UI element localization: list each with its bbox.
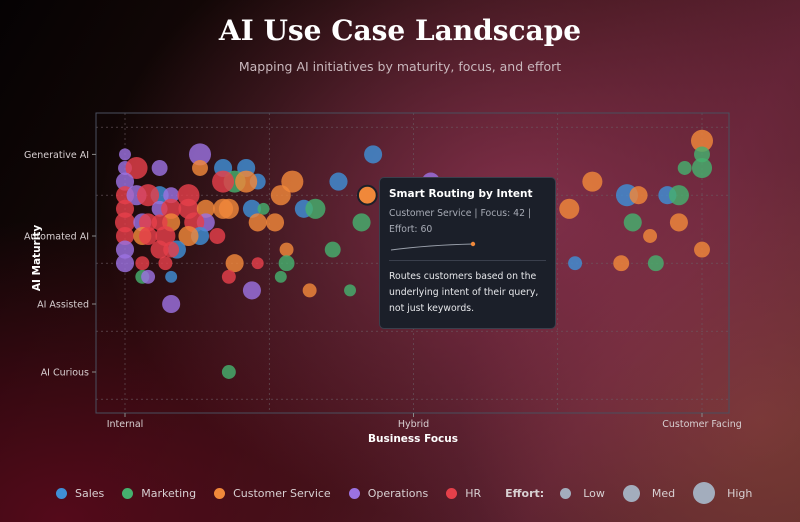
tooltip: Smart Routing by Intent Customer Service… bbox=[379, 177, 556, 329]
data-point[interactable] bbox=[691, 157, 713, 179]
data-point[interactable] bbox=[647, 255, 664, 272]
legend-item-marketing[interactable]: Marketing bbox=[122, 487, 196, 500]
data-point[interactable] bbox=[115, 254, 135, 273]
data-point[interactable] bbox=[278, 255, 295, 272]
data-point[interactable] bbox=[151, 160, 168, 176]
effort-size-swatch bbox=[693, 482, 716, 504]
data-point[interactable] bbox=[668, 185, 689, 206]
data-point[interactable] bbox=[235, 170, 258, 193]
data-point[interactable] bbox=[677, 161, 692, 175]
data-point[interactable] bbox=[582, 171, 603, 192]
data-point[interactable] bbox=[302, 283, 317, 298]
legend: Sales Marketing Customer Service Operations… bbox=[56, 482, 770, 504]
data-point[interactable] bbox=[158, 256, 173, 271]
data-point[interactable] bbox=[162, 294, 181, 314]
data-point[interactable] bbox=[559, 198, 580, 219]
data-point[interactable] bbox=[163, 241, 180, 258]
effort-legend-high: High bbox=[693, 482, 752, 504]
tooltip-meta: Customer Service | Focus: 42 | Effort: 6… bbox=[389, 208, 532, 235]
effort-label: Low bbox=[583, 486, 605, 500]
legend-label: Customer Service bbox=[233, 486, 331, 500]
legend-item-sales[interactable]: Sales bbox=[56, 487, 104, 500]
data-point[interactable] bbox=[221, 269, 236, 284]
x-axis-title: Business Focus bbox=[368, 433, 458, 445]
legend-item-hr[interactable]: HR bbox=[446, 487, 481, 500]
legend-swatch bbox=[122, 487, 134, 499]
y-tick-label: AI Assisted bbox=[37, 300, 89, 311]
data-point[interactable] bbox=[248, 213, 267, 232]
data-point[interactable] bbox=[324, 241, 341, 258]
effort-label: Med bbox=[651, 486, 676, 500]
data-point[interactable] bbox=[643, 229, 658, 243]
data-point[interactable] bbox=[209, 228, 226, 244]
data-point[interactable] bbox=[623, 213, 642, 232]
data-point[interactable] bbox=[274, 270, 287, 283]
x-tick-label: Internal bbox=[107, 419, 144, 430]
effort-size-swatch bbox=[622, 484, 640, 502]
data-point[interactable] bbox=[305, 198, 326, 219]
data-point[interactable] bbox=[257, 202, 270, 215]
legend-swatch bbox=[56, 487, 67, 499]
data-point[interactable] bbox=[279, 242, 294, 257]
data-point[interactable] bbox=[225, 254, 244, 273]
data-point[interactable] bbox=[141, 269, 156, 284]
data-point[interactable] bbox=[242, 281, 261, 300]
y-axis-title: AI Maturity bbox=[31, 225, 43, 292]
tooltip-sparkline bbox=[390, 241, 476, 251]
data-point[interactable] bbox=[251, 257, 264, 270]
legend-label: Sales bbox=[75, 486, 105, 500]
legend-swatch bbox=[348, 487, 360, 499]
y-tick-label: Generative AI bbox=[24, 150, 89, 161]
data-point[interactable] bbox=[119, 148, 131, 161]
legend-label: Marketing bbox=[141, 486, 197, 500]
data-point[interactable] bbox=[221, 365, 236, 379]
data-point[interactable] bbox=[265, 213, 285, 232]
data-point[interactable] bbox=[629, 186, 648, 205]
data-point[interactable] bbox=[135, 256, 150, 271]
effort-legend-med: Med bbox=[622, 484, 676, 502]
data-point[interactable] bbox=[329, 172, 348, 191]
data-point[interactable] bbox=[165, 270, 178, 283]
data-point[interactable] bbox=[669, 213, 688, 232]
tooltip-description: Routes customers based on the underlying… bbox=[389, 271, 539, 314]
data-point[interactable] bbox=[613, 255, 630, 272]
legend-swatch bbox=[446, 487, 458, 499]
tooltip-title: Smart Routing by Intent bbox=[389, 188, 533, 200]
effort-label: High bbox=[727, 486, 753, 500]
data-point[interactable] bbox=[352, 213, 371, 232]
data-point[interactable] bbox=[364, 145, 383, 164]
data-point[interactable] bbox=[192, 160, 208, 176]
legend-swatch bbox=[214, 487, 226, 499]
highlighted-point[interactable] bbox=[356, 184, 378, 206]
tooltip-divider bbox=[389, 260, 546, 261]
data-point[interactable] bbox=[212, 170, 235, 193]
data-point[interactable] bbox=[568, 256, 583, 271]
data-point[interactable] bbox=[218, 198, 239, 219]
data-point[interactable] bbox=[344, 284, 357, 297]
legend-item-customer-service[interactable]: Customer Service bbox=[214, 487, 331, 500]
effort-legend-low: Low bbox=[560, 487, 605, 500]
legend-item-operations[interactable]: Operations bbox=[348, 486, 429, 500]
legend-label: Operations bbox=[367, 486, 429, 500]
data-point[interactable] bbox=[694, 241, 710, 258]
y-tick-label: AI Curious bbox=[41, 368, 89, 379]
legend-label: HR bbox=[465, 486, 482, 500]
data-point[interactable] bbox=[270, 185, 291, 206]
x-tick-label: Hybrid bbox=[398, 419, 429, 430]
effort-legend-title: Effort: bbox=[505, 486, 545, 500]
effort-size-swatch bbox=[560, 487, 572, 499]
x-tick-label: Customer Facing bbox=[662, 419, 742, 430]
